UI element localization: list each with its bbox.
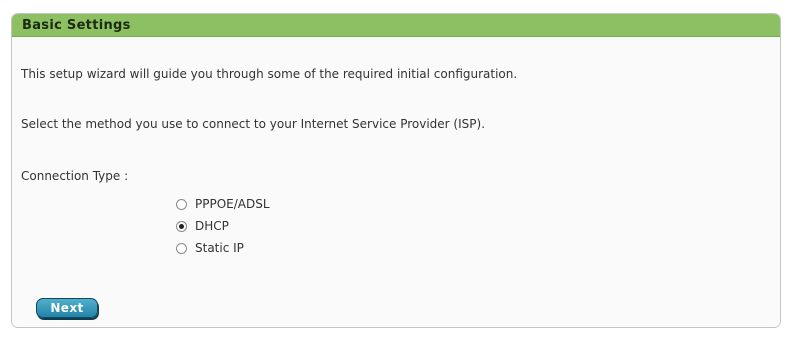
option-pppoe-adsl[interactable]: PPPOE/ADSL <box>176 193 270 215</box>
method-text: Select the method you use to connect to … <box>21 117 486 131</box>
panel-title: Basic Settings <box>22 17 131 33</box>
radio-static-ip[interactable] <box>176 242 187 254</box>
option-label-pppoe-adsl: PPPOE/ADSL <box>195 197 270 211</box>
next-button[interactable]: Next <box>36 298 98 318</box>
panel-body: This setup wizard will guide you through… <box>12 37 780 327</box>
radio-dhcp[interactable] <box>176 220 187 232</box>
intro-text: This setup wizard will guide you through… <box>21 67 518 81</box>
panel-header: Basic Settings <box>12 14 780 37</box>
option-label-dhcp: DHCP <box>195 219 229 233</box>
option-dhcp[interactable]: DHCP <box>176 215 270 237</box>
basic-settings-panel: Basic Settings This setup wizard will gu… <box>11 13 781 328</box>
connection-type-label: Connection Type : <box>21 169 129 183</box>
option-label-static-ip: Static IP <box>195 241 244 255</box>
radio-pppoe-adsl[interactable] <box>176 198 187 210</box>
connection-type-options: PPPOE/ADSL DHCP Static IP <box>176 193 270 259</box>
option-static-ip[interactable]: Static IP <box>176 237 270 259</box>
